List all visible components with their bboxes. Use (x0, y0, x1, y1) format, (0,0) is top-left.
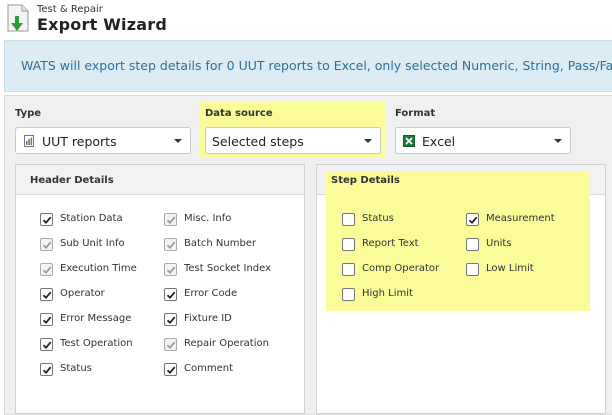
checkbox (164, 213, 177, 226)
checkmark-icon (166, 216, 176, 225)
datasource-select[interactable]: Selected steps (205, 127, 381, 154)
report-icon (24, 135, 34, 147)
chevron-down-icon (174, 139, 182, 143)
format-select[interactable]: Excel (395, 127, 571, 154)
checkbox-label: Batch Number (184, 238, 257, 249)
checkmark-icon (42, 316, 52, 325)
checkbox[interactable] (466, 263, 479, 276)
checkbox[interactable] (342, 238, 355, 251)
checkbox-label: Comment (184, 363, 233, 374)
excel-icon (403, 135, 415, 147)
checkmark-icon (468, 216, 478, 225)
checkbox[interactable] (466, 213, 479, 226)
checkbox (164, 238, 177, 251)
export-document-icon (7, 4, 29, 32)
checkmark-icon (166, 341, 176, 350)
checkbox[interactable] (466, 238, 479, 251)
wizard-header: Test & Repair Export Wizard (0, 0, 612, 40)
checkmark-icon (166, 291, 176, 300)
header-details-panel: Header Details Station Data Sub Unit Info… (15, 164, 305, 414)
checkmark-icon (166, 316, 176, 325)
header-details-head: Header Details (16, 165, 304, 195)
checkmark-icon (166, 241, 176, 250)
checkbox[interactable] (342, 213, 355, 226)
checkbox-label: Status (60, 363, 92, 374)
checkmark-icon (42, 216, 52, 225)
checkmark-icon (42, 241, 52, 250)
checkbox[interactable] (164, 288, 177, 301)
checkbox[interactable] (40, 288, 53, 301)
checkbox-label: Misc. Info (184, 213, 232, 224)
checkbox-label: Repair Operation (184, 338, 269, 349)
format-select-value: Excel (422, 134, 456, 149)
checkbox-label: Test Operation (60, 338, 133, 349)
checkbox-label: Test Socket Index (184, 263, 272, 274)
checkmark-icon (42, 341, 52, 350)
page-title: Export Wizard (37, 15, 167, 34)
chevron-down-icon (554, 139, 562, 143)
checkbox-label: Low Limit (486, 263, 534, 274)
checkbox[interactable] (40, 363, 53, 376)
checkbox[interactable] (164, 363, 177, 376)
checkmark-icon (166, 266, 176, 275)
checkbox[interactable] (40, 313, 53, 326)
checkbox-label: Sub Unit Info (60, 238, 125, 249)
info-banner: WATS will export step details for 0 UUT … (4, 40, 612, 92)
checkmark-icon (42, 291, 52, 300)
format-label: Format (395, 108, 436, 119)
checkbox-label: Execution Time (60, 263, 137, 274)
datasource-label: Data source (205, 108, 273, 119)
checkbox[interactable] (164, 313, 177, 326)
wizard-subtitle: Test & Repair (37, 4, 103, 15)
chevron-down-icon (364, 139, 372, 143)
step-details-title: Step Details (331, 175, 400, 186)
checkmark-icon (166, 366, 176, 375)
info-banner-text: WATS will export step details for 0 UUT … (21, 58, 612, 73)
checkmark-icon (42, 366, 52, 375)
checkbox (40, 238, 53, 251)
checkbox-label: Station Data (60, 213, 123, 224)
type-select-value: UUT reports (42, 134, 117, 149)
checkbox (164, 338, 177, 351)
checkbox-label: High Limit (362, 288, 413, 299)
checkmark-icon (42, 266, 52, 275)
checkbox-label: Fixture ID (184, 313, 232, 324)
header-details-title: Header Details (30, 175, 114, 186)
checkbox-label: Comp Operator (362, 263, 440, 274)
step-details-panel: Step Details Status Report Text Comp Opera… (316, 164, 606, 414)
checkbox[interactable] (40, 338, 53, 351)
checkbox-label: Status (362, 213, 394, 224)
checkbox (40, 263, 53, 276)
datasource-select-value: Selected steps (212, 134, 304, 149)
checkbox-label: Report Text (362, 238, 419, 249)
type-select[interactable]: UUT reports (15, 127, 191, 154)
type-label: Type (15, 108, 42, 119)
wizard-body: Type UUT reports Data source Selected st… (4, 95, 612, 415)
checkbox[interactable] (342, 263, 355, 276)
checkbox[interactable] (40, 213, 53, 226)
checkbox-label: Error Message (60, 313, 132, 324)
checkbox-label: Measurement (486, 213, 555, 224)
checkbox-label: Units (486, 238, 512, 249)
checkbox-label: Error Code (184, 288, 238, 299)
checkbox[interactable] (342, 288, 355, 301)
checkbox-label: Operator (60, 288, 105, 299)
checkbox (164, 263, 177, 276)
